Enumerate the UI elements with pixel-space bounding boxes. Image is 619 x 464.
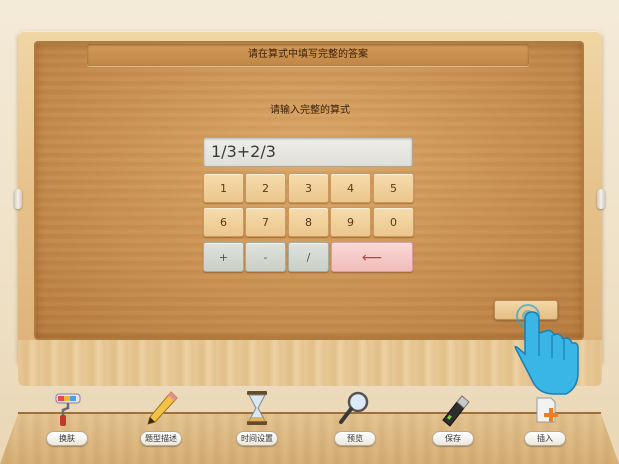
key-6[interactable]: 6 (203, 207, 244, 237)
key-2[interactable]: 2 (245, 173, 286, 203)
key-4[interactable]: 4 (330, 173, 371, 203)
key-0[interactable]: 0 (373, 207, 414, 237)
key-3[interactable]: 3 (288, 173, 329, 203)
key-9[interactable]: 9 (330, 207, 371, 237)
tool-label: 保存 (432, 431, 474, 446)
expression-input[interactable]: 1/3+2/3 (203, 137, 413, 167)
instruction-text: 请输入完整的算式 (270, 105, 350, 116)
tool-description[interactable]: 题型描述 (126, 388, 196, 446)
paint-roller-icon (55, 393, 81, 426)
tool-time-settings[interactable]: 时间设置 (222, 388, 292, 446)
tool-label: 换肤 (46, 431, 88, 446)
backspace-button[interactable]: ⟵ (331, 242, 413, 272)
tool-insert[interactable]: 插入 (510, 388, 580, 446)
key-minus[interactable]: - (245, 242, 286, 272)
tool-label: 题型描述 (140, 431, 182, 446)
tool-preview[interactable]: 预览 (320, 388, 390, 446)
tool-label: 插入 (524, 431, 566, 446)
page-title: 请在算式中填写完整的答案 (87, 44, 529, 66)
key-1[interactable]: 1 (203, 173, 244, 203)
magnifier-icon (339, 391, 369, 424)
hourglass-icon (247, 391, 267, 425)
tool-label: 时间设置 (236, 431, 278, 446)
right-hinge (597, 189, 605, 209)
left-hinge (14, 189, 22, 209)
key-5[interactable]: 5 (373, 173, 414, 203)
pencil-icon (147, 391, 178, 425)
key-7[interactable]: 7 (245, 207, 286, 237)
tool-label: 预览 (334, 431, 376, 446)
tool-save[interactable]: 保存 (418, 388, 488, 446)
key-divide[interactable]: / (288, 242, 329, 272)
insert-add-icon (536, 397, 558, 423)
tool-skin[interactable]: 换肤 (32, 388, 102, 446)
key-plus[interactable]: + (203, 242, 244, 272)
key-8[interactable]: 8 (288, 207, 329, 237)
usb-drive-icon (442, 395, 470, 427)
